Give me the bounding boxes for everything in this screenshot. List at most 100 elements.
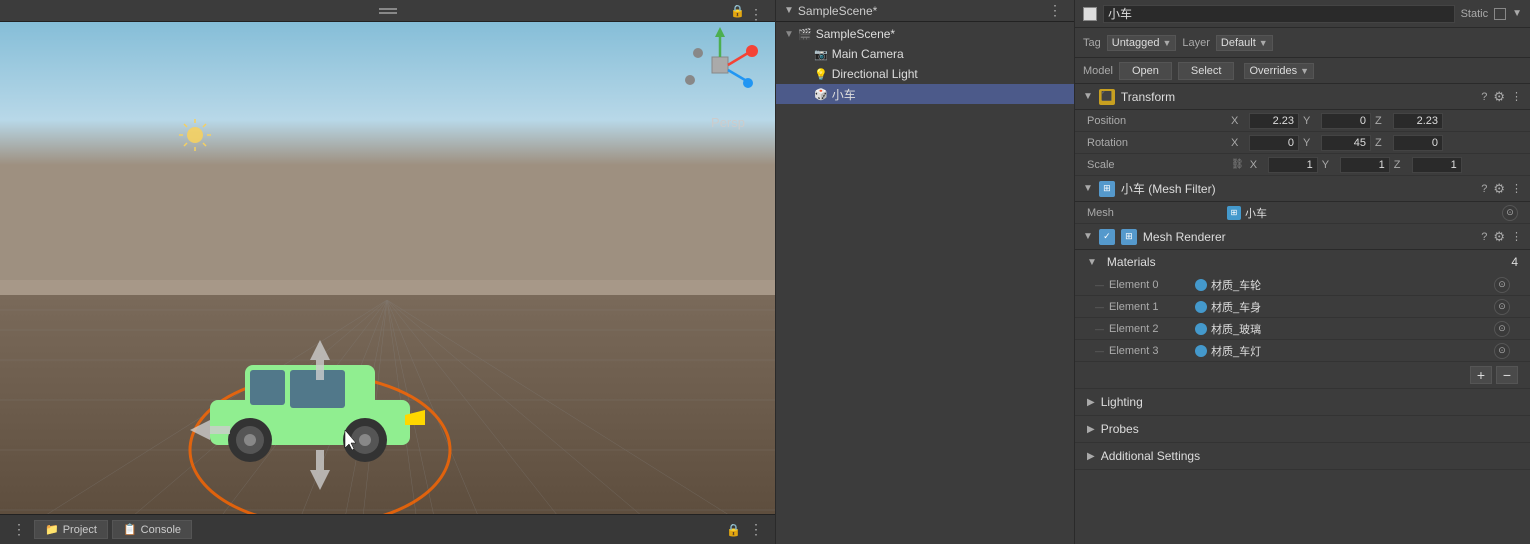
mesh-target-button[interactable]: ⊙ (1502, 205, 1518, 221)
probes-toggle[interactable]: ▶ Probes (1075, 416, 1530, 442)
transform-collapse-arrow[interactable]: ▼ (1083, 91, 1093, 102)
hierarchy-item-samplescene[interactable]: ▼ 🎬 SampleScene* (776, 24, 1074, 44)
scene-menu-button[interactable]: ⋮ (745, 4, 767, 25)
elem2-target-button[interactable]: ⊙ (1494, 321, 1510, 337)
scale-z-field[interactable] (1412, 157, 1462, 173)
mesh-renderer-check-icon: ✓ (1099, 229, 1115, 245)
rotation-row: Rotation X Y Z (1075, 132, 1530, 154)
hierarchy-header: ▼ SampleScene* ⋮ (776, 0, 1074, 22)
elem0-icon (1195, 279, 1207, 291)
mesh-filter-component-header: ▼ ⊞ 小车 (Mesh Filter) ? ⚙ ⋮ (1075, 176, 1530, 202)
mesh-filter-settings-icon[interactable]: ⚙ (1493, 181, 1505, 197)
model-label: Model (1083, 65, 1113, 77)
mesh-renderer-collapse-arrow[interactable]: ▼ (1083, 231, 1093, 242)
remove-element-button[interactable]: − (1496, 366, 1518, 384)
scale-label: Scale (1087, 159, 1227, 171)
elem1-label: Element 1 (1109, 301, 1189, 313)
rot-z-field[interactable] (1393, 135, 1443, 151)
gizmo-widget[interactable] (680, 25, 760, 105)
material-element-3: — Element 3 材质_车灯 ⊙ (1075, 340, 1530, 362)
pos-z-field[interactable] (1393, 113, 1443, 129)
pos-x-label: X (1231, 115, 1245, 127)
elem1-target-button[interactable]: ⊙ (1494, 299, 1510, 315)
elem3-target-button[interactable]: ⊙ (1494, 343, 1510, 359)
hierarchy-items: ▼ 🎬 SampleScene* 📷 Main Camera 💡 Directi… (776, 22, 1074, 544)
probes-label: Probes (1101, 422, 1139, 436)
mesh-renderer-icon: ⊞ (1121, 229, 1137, 245)
rot-y-label: Y (1303, 137, 1317, 149)
elem0-expand: — (1095, 280, 1103, 290)
pos-y-field[interactable] (1321, 113, 1371, 129)
transform-title: Transform (1121, 90, 1475, 104)
console-tab[interactable]: 📋 Console (112, 520, 192, 539)
hierarchy-item-directional-light[interactable]: 💡 Directional Light (776, 64, 1074, 84)
mesh-filter-actions: ? ⚙ ⋮ (1481, 181, 1522, 197)
materials-count: 4 (1511, 255, 1518, 269)
mesh-row: Mesh ⊞ 小车 ⊙ (1075, 202, 1530, 224)
elem2-expand: — (1095, 324, 1103, 334)
add-element-button[interactable]: + (1470, 366, 1492, 384)
project-tab[interactable]: 📁 Project (34, 520, 108, 539)
obj-header: Static ▼ (1075, 0, 1530, 28)
hierarchy-item-car[interactable]: 🎲 小车 (776, 84, 1074, 104)
position-row: Position X Y Z (1075, 110, 1530, 132)
obj-active-checkbox[interactable] (1083, 7, 1097, 21)
scene-bottom-menu[interactable]: ⋮ (8, 519, 30, 540)
elem0-target-button[interactable]: ⊙ (1494, 277, 1510, 293)
camera-icon: 📷 (814, 48, 828, 61)
elem3-value: 材质_车灯 ⊙ (1195, 343, 1510, 359)
elem0-label: Element 0 (1109, 279, 1189, 291)
transform-help-icon[interactable]: ? (1481, 91, 1487, 103)
mesh-filter-help-icon[interactable]: ? (1481, 183, 1487, 195)
static-label: Static (1461, 8, 1489, 20)
rotation-values: X Y Z (1231, 135, 1518, 151)
mesh-label: Mesh (1087, 207, 1227, 219)
overrides-dropdown[interactable]: Overrides ▼ (1244, 63, 1314, 79)
elem0-value: 材质_车轮 ⊙ (1195, 277, 1510, 293)
hierarchy-item-main-camera[interactable]: 📷 Main Camera (776, 44, 1074, 64)
rot-x-field[interactable] (1249, 135, 1299, 151)
rot-y-field[interactable] (1321, 135, 1371, 151)
elem2-name: 材质_玻璃 (1211, 321, 1490, 337)
scene-expand-arrow: ▼ (784, 29, 794, 40)
static-checkbox[interactable] (1494, 8, 1506, 20)
static-dropdown-arrow[interactable]: ▼ (1512, 8, 1522, 19)
scale-x-field[interactable] (1268, 157, 1318, 173)
inspector-panel: Static ▼ Tag Untagged ▼ Layer Default ▼ … (1075, 0, 1530, 544)
scene-drag-handle (378, 6, 398, 16)
select-button[interactable]: Select (1178, 62, 1235, 80)
mesh-renderer-component-header: ▼ ✓ ⊞ Mesh Renderer ? ⚙ ⋮ (1075, 224, 1530, 250)
open-button[interactable]: Open (1119, 62, 1172, 80)
obj-name-field[interactable] (1103, 5, 1455, 23)
hierarchy-menu-button[interactable]: ⋮ (1044, 0, 1066, 21)
elem0-name: 材质_车轮 (1211, 277, 1490, 293)
mesh-renderer-menu-icon[interactable]: ⋮ (1511, 230, 1522, 243)
mesh-filter-menu-icon[interactable]: ⋮ (1511, 182, 1522, 195)
transform-settings-icon[interactable]: ⚙ (1493, 89, 1505, 105)
expand-arrow: ▼ (784, 5, 794, 16)
layer-dropdown[interactable]: Default ▼ (1216, 35, 1273, 51)
scale-z-label: Z (1394, 159, 1408, 171)
additional-settings-toggle[interactable]: ▶ Additional Settings (1075, 443, 1530, 469)
transform-menu-icon[interactable]: ⋮ (1511, 90, 1522, 103)
elem3-name: 材质_车灯 (1211, 343, 1490, 359)
folder-icon: 📁 (45, 523, 59, 536)
materials-expand-arrow[interactable]: ▼ (1087, 257, 1097, 268)
bottom-right-menu[interactable]: ⋮ (745, 519, 767, 540)
rotation-label: Rotation (1087, 137, 1227, 149)
tag-dropdown[interactable]: Untagged ▼ (1107, 35, 1177, 51)
add-remove-row: + − (1075, 362, 1530, 389)
lighting-toggle[interactable]: ▶ Lighting (1075, 389, 1530, 415)
materials-label: Materials (1107, 255, 1505, 269)
scale-y-field[interactable] (1340, 157, 1390, 173)
mesh-renderer-help-icon[interactable]: ? (1481, 231, 1487, 243)
car-icon: 🎲 (814, 88, 828, 101)
scene-view[interactable]: 🔒 ⋮ Persp ⋮ 📁 Project 📋 Console 🔒 ⋮ (0, 0, 775, 544)
mesh-renderer-settings-icon[interactable]: ⚙ (1493, 229, 1505, 245)
rot-z-label: Z (1375, 137, 1389, 149)
additional-settings-expand-arrow: ▶ (1087, 451, 1095, 462)
transform-actions: ? ⚙ ⋮ (1481, 89, 1522, 105)
inspector-topbar: Tag Untagged ▼ Layer Default ▼ (1075, 28, 1530, 58)
pos-x-field[interactable] (1249, 113, 1299, 129)
mesh-filter-collapse-arrow[interactable]: ▼ (1083, 183, 1093, 194)
